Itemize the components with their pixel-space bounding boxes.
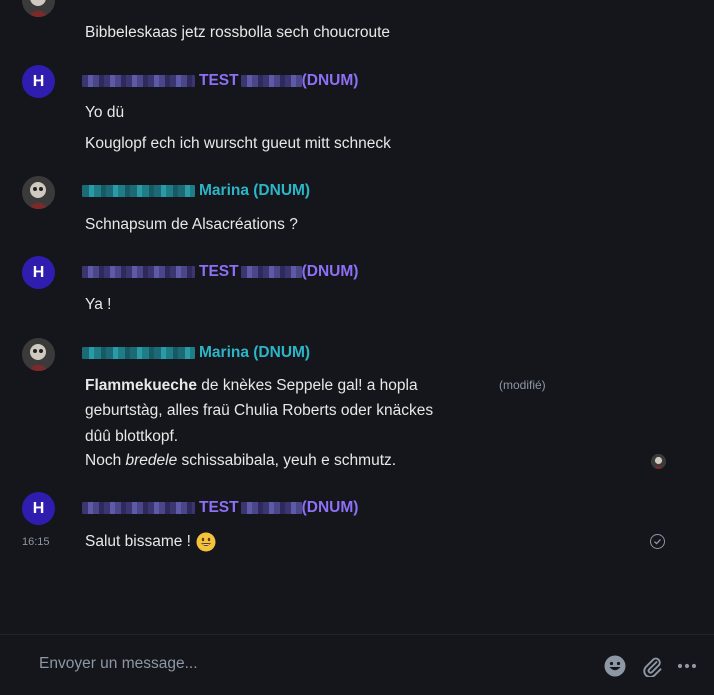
message-input[interactable] [39,655,559,673]
redacted-name [82,75,195,87]
read-receipt-avatar[interactable] [651,454,666,469]
message-text: Yo dü [85,104,125,121]
edited-label[interactable]: (modifié) [499,378,546,392]
message-timestamp[interactable]: 16:15 [22,536,50,548]
sender-name-test: TEST [199,263,239,280]
message-text-post: schissabibala, yeuh e schmutz. [177,452,397,469]
message-text: Flammekueche de knèkes Seppele gal! a ho… [85,377,418,395]
sender-name-suffix: (DNUM) [301,263,359,280]
sender-name-suffix: (DNUM) [301,72,359,89]
message-text: Ya ! [85,296,112,313]
message-text: Kouglopf ech ich wurscht gueut mitt schn… [85,135,391,152]
sender-name-text: Marina (DNUM) [199,182,311,199]
message-text: Bibbeleskaas jetz rossbolla sech choucro… [85,24,391,41]
user-avatar[interactable] [22,338,55,371]
redacted-name [82,347,195,359]
sender-name[interactable]: TEST (DNUM) [82,262,358,282]
sender-name-text: Marina (DNUM) [199,344,311,361]
message-composer [0,634,714,695]
message-text-rest: de knèkes Seppele gal! a hopla [197,377,418,394]
user-avatar[interactable]: H [22,492,55,525]
redacted-name [82,502,195,514]
user-avatar[interactable] [22,176,55,209]
redacted-name [240,75,302,87]
redacted-name [82,185,195,197]
message-timeline: Bibbeleskaas jetz rossbolla sech choucro… [0,0,714,620]
message-text: geburtstàg, alles fraü Chulia Roberts od… [85,402,434,419]
user-avatar[interactable]: H [22,256,55,289]
sender-name-suffix: (DNUM) [301,499,359,516]
emoji-icon[interactable] [603,655,627,677]
sender-name[interactable]: TEST (DNUM) [82,498,358,518]
redacted-name [82,266,195,278]
bold-text: Flammekueche [85,377,197,394]
redacted-name [240,266,302,278]
sender-name[interactable]: Marina (DNUM) [82,343,310,363]
message-text: Noch bredele schissabibala, yeuh e schmu… [85,452,396,470]
message-text: Salut bissame ! [85,532,216,552]
message-text: Schnapsum de Alsacréations ? [85,216,298,233]
italic-text: bredele [125,452,178,469]
sender-name-test: TEST [199,72,239,89]
message-text-pre: Noch [85,452,126,469]
sender-name[interactable]: Marina (DNUM) [82,181,310,201]
message-text-body: Salut bissame ! [85,533,191,550]
message-text: dûû blottkopf. [85,428,179,445]
sender-name[interactable]: TEST (DNUM) [82,71,358,91]
user-avatar[interactable] [22,0,55,17]
attachment-icon[interactable] [640,655,664,677]
more-options-icon[interactable] [676,655,698,677]
sender-name-test: TEST [199,499,239,516]
redacted-name [240,502,302,514]
sent-check-icon[interactable] [650,534,665,549]
smiley-emoji-icon [196,532,216,552]
user-avatar[interactable]: H [22,65,55,98]
